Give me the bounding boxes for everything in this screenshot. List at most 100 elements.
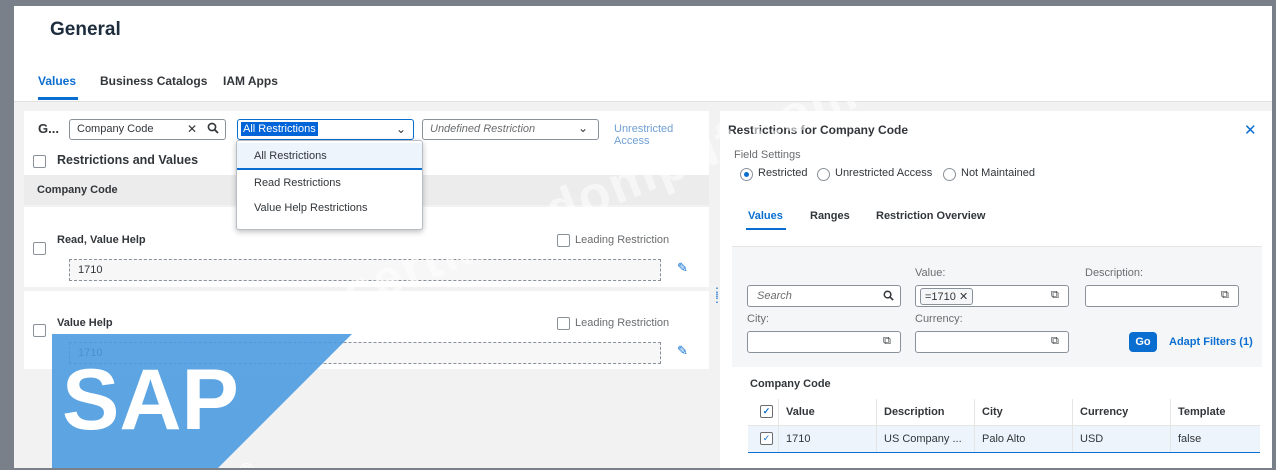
undefined-restriction-value: Undefined Restriction: [430, 123, 536, 135]
column-divider: [1170, 399, 1171, 425]
edit-icon[interactable]: ✎: [677, 260, 688, 276]
cell-template: false: [1178, 433, 1202, 445]
value-help-icon[interactable]: ⧉: [883, 335, 891, 348]
value-token[interactable]: =1710 ✕: [920, 288, 974, 305]
tab-bar: Values Business Catalogs IAM Apps: [14, 64, 1272, 102]
clear-icon[interactable]: ✕: [187, 123, 197, 135]
value-help-icon[interactable]: ⧉: [1051, 289, 1059, 302]
option-label: Read Restrictions: [254, 177, 341, 189]
value-help-icon[interactable]: ⧉: [1051, 335, 1059, 348]
value-filter-label: Value:: [915, 267, 946, 279]
radio-restricted[interactable]: [740, 168, 753, 181]
registered-mark: ®: [240, 460, 253, 468]
search-icon[interactable]: [207, 122, 219, 136]
tab-restriction-overview[interactable]: Restriction Overview: [876, 210, 985, 222]
card-title: Read, Value Help: [57, 234, 146, 246]
tab-ranges[interactable]: Ranges: [810, 210, 850, 222]
leading-restriction-label: Leading Restriction: [575, 234, 670, 246]
city-filter-label: City:: [747, 313, 769, 325]
column-header-city[interactable]: City: [982, 406, 1003, 418]
currency-filter-input[interactable]: ⧉: [915, 331, 1069, 353]
select-all-checkbox[interactable]: ✓: [760, 405, 773, 418]
row-checkbox[interactable]: ✓: [760, 432, 773, 445]
column-divider: [974, 426, 975, 452]
chevron-down-icon: ⌄: [396, 122, 407, 136]
value-help-icon[interactable]: ⧉: [1221, 289, 1229, 302]
option-label: All Restrictions: [254, 150, 327, 162]
radio-unrestricted-access[interactable]: [817, 168, 830, 181]
token-remove-icon[interactable]: ✕: [959, 291, 968, 303]
leading-restriction-label: Leading Restriction: [575, 317, 670, 329]
radio-label: Unrestricted Access: [835, 167, 933, 179]
sap-logo: SAP ®: [52, 334, 352, 468]
radio-not-maintained[interactable]: [943, 168, 956, 181]
logo-text: SAP: [62, 352, 239, 448]
radio-label: Not Maintained: [961, 167, 1035, 179]
value-text: 1710: [78, 264, 103, 276]
column-header-template[interactable]: Template: [1178, 406, 1225, 418]
filter-bar: Search Value: =1710 ✕ ⧉ Description: ⧉ C…: [732, 246, 1262, 367]
card-checkbox[interactable]: [33, 324, 46, 337]
table-title: Company Code: [750, 378, 831, 390]
list-header-title: Restrictions and Values: [57, 153, 199, 167]
active-tab-indicator: [38, 97, 78, 100]
column-divider: [1072, 399, 1073, 425]
group-label: G...: [38, 121, 59, 136]
edit-icon[interactable]: ✎: [677, 343, 688, 359]
column-divider: [778, 399, 779, 425]
search-icon[interactable]: [883, 290, 894, 304]
tab-iam-apps[interactable]: IAM Apps: [223, 74, 278, 88]
dropdown-option-all[interactable]: All Restrictions: [237, 143, 422, 170]
table-row[interactable]: ✓ 1710 US Company ... Palo Alto USD fals…: [748, 426, 1260, 453]
column-divider: [1072, 426, 1073, 452]
value-filter-input[interactable]: =1710 ✕ ⧉: [915, 285, 1069, 307]
chevron-down-icon: ⌄: [578, 121, 589, 135]
description-filter-label: Description:: [1085, 267, 1144, 279]
value-token-text: =1710: [925, 291, 956, 303]
cell-value: 1710: [786, 433, 811, 445]
restrictions-detail-panel: Restrictions for Company Code ✕ Field Se…: [720, 111, 1272, 468]
page-header: General: [14, 6, 1272, 65]
active-tab-indicator: [746, 228, 786, 230]
cell-description: US Company ...: [884, 433, 962, 445]
adapt-filters-button[interactable]: Adapt Filters (1): [1169, 336, 1253, 348]
dropdown-option-value-help[interactable]: Value Help Restrictions: [237, 195, 422, 220]
table-header-row: ✓ Value Description City Currency Templa…: [748, 399, 1260, 426]
column-divider: [876, 399, 877, 425]
description-filter-input[interactable]: ⧉: [1085, 285, 1239, 307]
city-filter-input[interactable]: ⧉: [747, 331, 901, 353]
column-divider: [778, 426, 779, 452]
column-divider: [1170, 426, 1171, 452]
undefined-restriction-select[interactable]: Undefined Restriction ⌄: [422, 119, 599, 140]
cell-currency: USD: [1080, 433, 1104, 445]
section-title: Company Code: [37, 184, 118, 196]
leading-restriction-checkbox[interactable]: [557, 317, 570, 330]
radio-label: Restricted: [758, 167, 808, 179]
tab-values[interactable]: Values: [38, 74, 76, 88]
column-header-value[interactable]: Value: [786, 406, 815, 418]
card-title: Value Help: [57, 317, 113, 329]
field-input-value: Company Code: [77, 123, 154, 135]
currency-filter-label: Currency:: [915, 313, 963, 325]
restriction-type-dropdown: All Restrictions Read Restrictions Value…: [236, 140, 423, 230]
dropdown-option-read[interactable]: Read Restrictions: [237, 170, 422, 195]
go-button[interactable]: Go: [1129, 332, 1157, 352]
app-frame: General Values Business Catalogs IAM App…: [14, 6, 1272, 468]
search-placeholder: Search: [757, 290, 792, 302]
search-input[interactable]: Search: [747, 285, 901, 307]
option-label: Value Help Restrictions: [254, 202, 368, 214]
table-empty-row: [748, 453, 1260, 468]
select-all-checkbox[interactable]: [33, 155, 46, 168]
tab-values[interactable]: Values: [748, 210, 783, 222]
card-checkbox[interactable]: [33, 242, 46, 255]
column-header-currency[interactable]: Currency: [1080, 406, 1128, 418]
close-icon[interactable]: ✕: [1244, 121, 1257, 139]
restriction-type-select[interactable]: All Restrictions ⌄: [237, 119, 414, 140]
column-divider: [876, 426, 877, 452]
column-header-description[interactable]: Description: [884, 406, 945, 418]
field-input[interactable]: Company Code ✕: [69, 119, 226, 140]
cell-city: Palo Alto: [982, 433, 1026, 445]
column-divider: [974, 399, 975, 425]
restriction-type-selected: All Restrictions: [241, 122, 318, 136]
tab-business-catalogs[interactable]: Business Catalogs: [100, 74, 207, 88]
